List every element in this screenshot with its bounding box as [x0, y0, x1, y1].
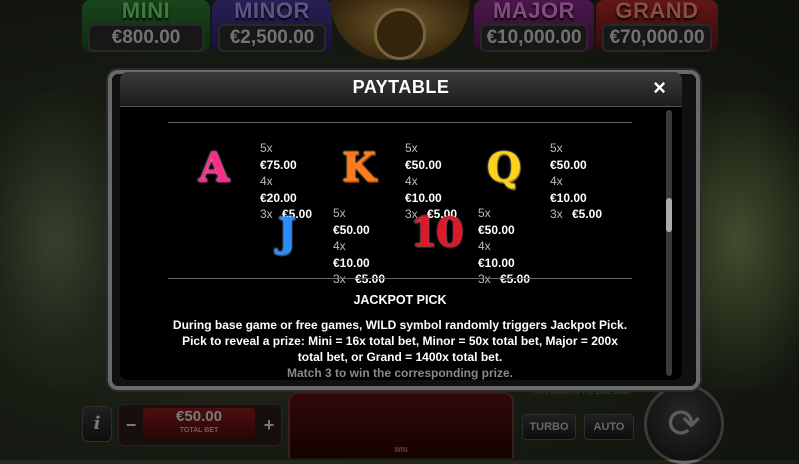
symbol-row-1: A 5x€75.00 4x€20.00 3x €5.00 K 5x€50.00 4… — [168, 140, 632, 221]
total-bet-value: €50.00 — [176, 408, 222, 425]
pay-amount: €10.00 — [478, 255, 515, 270]
spin-arrows-icon: ⟳ — [667, 402, 701, 446]
close-icon[interactable]: × — [653, 76, 666, 100]
win-label: WIN — [394, 447, 408, 454]
pay-amount: €50.00 — [478, 222, 515, 237]
win-display: WIN — [288, 392, 514, 458]
jackpot-pick-line: During base game or free games, WILD sym… — [172, 318, 628, 332]
pay-multiplier: 4x — [550, 174, 563, 188]
aztec-emblem — [330, 0, 470, 60]
symbol-pay-Q: Q 5x€50.00 4x€10.00 3x €5.00 — [458, 140, 603, 221]
pay-amount: €10.00 — [333, 255, 370, 270]
jackpot-minor: MINOR €2,500.00 — [212, 0, 332, 52]
pay-multiplier: 4x — [405, 174, 418, 188]
pay-amount: €5.00 — [355, 272, 386, 286]
symbol-pay-A: A 5x€75.00 4x€20.00 3x €5.00 — [168, 140, 313, 221]
jackpot-pick-description: During base game or free games, WILD sym… — [168, 317, 632, 380]
jackpot-mini-name: MINI — [121, 0, 171, 23]
jackpot-major-value: €10,000.00 — [480, 24, 588, 52]
letter-q-symbol-icon: Q — [486, 144, 522, 191]
jackpot-grand-value: €70,000.00 — [602, 24, 712, 52]
bet-selector: − €50.00 TOTAL BET + — [118, 404, 282, 446]
pay-amount: €20.00 — [260, 190, 297, 205]
total-bet-display: €50.00 TOTAL BET — [143, 408, 255, 440]
turbo-button[interactable]: TURBO — [522, 414, 576, 440]
pay-list: 5x €50.00 4x €10.00 3x €5.00 — [333, 205, 386, 288]
aztec-mask-icon — [374, 8, 426, 60]
info-button[interactable]: i — [82, 406, 112, 442]
pay-multiplier: 5x — [478, 206, 491, 220]
pay-multiplier: 4x — [478, 239, 491, 253]
pay-amount: €75.00 — [260, 157, 297, 172]
autoplay-button[interactable]: AUTO — [584, 414, 634, 440]
divider — [168, 278, 632, 279]
pay-list: 5x €50.00 4x €10.00 3x €5.00 — [478, 205, 531, 288]
jackpot-grand-name: GRAND — [615, 0, 699, 23]
pay-multiplier: 5x — [260, 141, 273, 155]
pay-amount: €50.00 — [405, 157, 442, 172]
symbol-row-2: J 5x €50.00 4x €10.00 3x €5.00 10 5x €50.00 … — [168, 205, 632, 286]
jackpot-pick-line: Match 3 to win the corresponding prize. — [286, 366, 514, 380]
pay-multiplier: 4x — [333, 239, 346, 253]
paytable-title: PAYTABLE — [352, 77, 450, 97]
divider — [168, 122, 632, 123]
pay-multiplier: 3x — [478, 272, 491, 286]
paytable-header: PAYTABLE × — [120, 72, 682, 107]
pay-amount: €50.00 — [333, 222, 370, 237]
bet-increase-button[interactable]: + — [260, 415, 278, 437]
jackpot-grand: GRAND €70,000.00 — [596, 0, 718, 52]
symbol-pay-10: 10 5x €50.00 4x €10.00 3x €5.00 — [386, 205, 531, 286]
jackpot-pick-line: total bet, or Grand = 1400x total bet. — [297, 350, 503, 364]
pay-multiplier: 5x — [333, 206, 346, 220]
pay-amount: €10.00 — [550, 190, 587, 205]
paytable-modal: PAYTABLE × A 5x €75.00 4x €20.00 3x €5.00 K… — [120, 72, 682, 380]
pay-multiplier: 4x — [260, 174, 273, 188]
symbol-pay-K: K 5x€50.00 4x€10.00 3x €5.00 — [313, 140, 458, 221]
scrollbar-thumb[interactable] — [666, 198, 672, 232]
total-bet-label: TOTAL BET — [179, 427, 219, 434]
pay-multiplier: 3x — [333, 272, 346, 286]
jackpot-minor-name: MINOR — [234, 0, 310, 23]
number-ten-symbol-icon: 10 — [410, 209, 464, 256]
jackpot-pick-heading: JACKPOT PICK — [353, 293, 447, 307]
jackpot-major-name: MAJOR — [493, 0, 575, 23]
bet-decrease-button[interactable]: − — [122, 415, 140, 437]
jackpot-minor-value: €2,500.00 — [218, 24, 326, 52]
pay-amount: €10.00 — [405, 190, 442, 205]
jackpot-mini-value: €800.00 — [88, 24, 204, 52]
free-games-note: FREE GAMES IN THE BASE GAME — [532, 390, 632, 396]
paytable-scrollbar[interactable] — [666, 110, 672, 376]
jackpot-pick-line: Pick to reveal a prize: Mini = 16x total… — [182, 334, 618, 348]
symbol-pay-J: J 5x €50.00 4x €10.00 3x €5.00 — [241, 205, 386, 286]
pay-multiplier: 5x — [405, 141, 418, 155]
letter-j-symbol-icon: J — [277, 209, 297, 256]
letter-a-symbol-icon: A — [198, 144, 230, 191]
paytable-content: A 5x €75.00 4x €20.00 3x €5.00 K 5x €50.00 4… — [168, 122, 632, 380]
jackpot-mini: MINI €800.00 — [82, 0, 210, 52]
pay-amount: €5.00 — [500, 272, 531, 286]
spin-button[interactable]: ⟳ — [644, 384, 724, 464]
pay-multiplier: 5x — [550, 141, 563, 155]
pay-amount: €50.00 — [550, 157, 587, 172]
jackpot-major: MAJOR €10,000.00 — [474, 0, 594, 52]
letter-k-symbol-icon: K — [341, 144, 377, 191]
